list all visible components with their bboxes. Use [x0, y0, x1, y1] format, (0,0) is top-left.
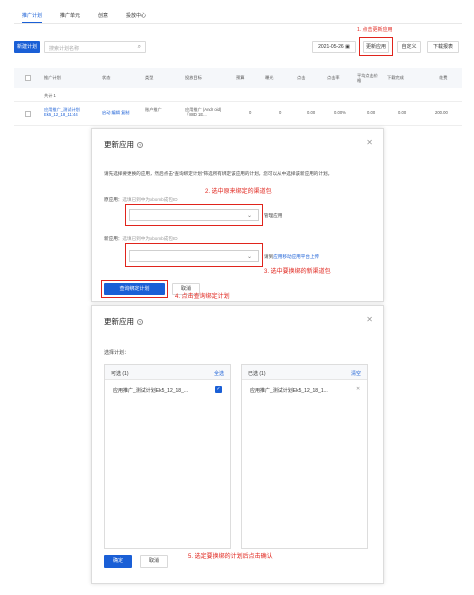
row-impressions: 0: [279, 110, 282, 115]
available-panel-header: 可选 (1) 全选: [105, 365, 230, 380]
dialog-description: 请先选择要更换的应用，然后点击“查询绑定计划”筛选所有绑定该应用的计划，您可以从…: [104, 171, 333, 176]
available-plan-item[interactable]: 应用推广_测试计划Ek5_12_18_...: [113, 387, 188, 394]
close-icon[interactable]: ✕: [366, 138, 373, 147]
new-app-select[interactable]: ⌄: [129, 250, 259, 262]
selected-panel-header: 已选 (1) 清空: [242, 365, 367, 380]
close-icon[interactable]: ✕: [366, 315, 373, 324]
available-plans-panel: 可选 (1) 全选 应用推广_测试计划Ek5_12_18_... ✓: [104, 364, 231, 549]
selected-plan-item: 应用推广_测试计划Ek5_12_18_1...: [250, 388, 328, 394]
tab-unit[interactable]: 推广单元: [60, 10, 80, 23]
total-row: 共计 1: [14, 88, 462, 102]
col-type: 类型: [145, 75, 154, 81]
row-ctr: 0.00%: [334, 110, 346, 115]
help-icon[interactable]: ?: [137, 142, 143, 149]
chevron-down-icon: ⌄: [246, 213, 252, 219]
select-plans-dialog: 更新应用? ✕ 选择计划： 可选 (1) 全选 应用推广_测试计划Ek5_12_…: [91, 305, 384, 584]
col-budget[interactable]: 预算: [236, 68, 256, 88]
annotation-step-2: 2. 选中原来绑定的渠道包: [205, 189, 272, 195]
update-app-dialog: 更新应用? ✕ 请先选择要更换的应用，然后点击“查询绑定计划”筛选所有绑定该应用…: [91, 128, 384, 302]
dialog-title: 更新应用?: [104, 317, 143, 326]
campaign-name-link[interactable]: 应用推广_测试计划Ek5_12_18_11:44: [44, 107, 99, 118]
select-plans-label: 选择计划：: [104, 350, 130, 356]
annotation-step-1: 1. 点击更新应用: [357, 27, 393, 33]
cancel-button[interactable]: 取消: [140, 555, 168, 568]
update-app-button[interactable]: 更新应用: [363, 41, 389, 53]
row-checkbox[interactable]: [25, 111, 31, 117]
row-cpc: 0.00: [367, 110, 376, 115]
toolbar: 新建计划 搜索计划名称 ⌕ 2021-05-26 ▣ 更新应用 自定义 下载报表: [14, 37, 462, 56]
search-icon: ⌕: [137, 44, 141, 50]
row-downloads: 0.00: [398, 110, 407, 115]
date-picker[interactable]: 2021-05-26 ▣: [312, 41, 356, 53]
col-cpc[interactable]: 平均点击价格: [357, 68, 379, 88]
row-type: 账户推广: [145, 107, 162, 112]
remove-icon[interactable]: ✕: [356, 386, 360, 392]
old-app-label: 原应用：选填已到中为xbomb成包ID: [104, 197, 178, 202]
available-count: 可选 (1): [111, 371, 129, 377]
confirm-button[interactable]: 确定: [104, 555, 132, 568]
help-icon[interactable]: ?: [137, 319, 143, 326]
clear-link[interactable]: 清空: [351, 370, 361, 377]
col-cost[interactable]: 花费: [439, 68, 457, 88]
select-all-link[interactable]: 全选: [214, 370, 224, 377]
tab-campaign[interactable]: 推广计划: [22, 10, 43, 23]
chevron-down-icon: ⌄: [246, 254, 252, 260]
row-budget: 0: [249, 110, 252, 115]
annotation-step-5: 5. 选定要换绑的计划后点击确认: [188, 554, 273, 560]
col-status: 状态: [102, 75, 111, 81]
col-target: 投放目标: [185, 75, 202, 81]
col-clicks[interactable]: 点击: [297, 68, 317, 88]
row-cost: 200.00: [435, 110, 448, 115]
upload-app-link[interactable]: 应用移动应用平台上传: [273, 254, 319, 259]
campaign-list-panel: 推广计划 推广单元 创意 投放中心 1. 点击更新应用 新建计划 搜索计划名称 …: [14, 10, 462, 128]
col-campaign[interactable]: 推广计划: [44, 68, 84, 88]
download-report-button[interactable]: 下载报表: [427, 41, 459, 53]
manage-app-link[interactable]: 管理应用: [264, 213, 282, 219]
dialog-title: 更新应用?: [104, 140, 143, 149]
query-bound-plans-button[interactable]: 查询绑定计划: [104, 283, 165, 295]
checkbox-checked-icon[interactable]: ✓: [215, 386, 222, 393]
annotation-step-4: 4. 点击查询绑定计划: [175, 294, 230, 300]
calendar-icon: ▣: [345, 44, 350, 50]
row-actions[interactable]: 启动 编辑 复制: [102, 110, 129, 115]
create-campaign-button[interactable]: 新建计划: [14, 41, 40, 53]
search-placeholder: 搜索计划名称: [49, 46, 80, 52]
row-target: 应用推广 (Andr oid) 「88D 1E...: [185, 107, 222, 118]
main-tabs: 推广计划 推广单元 创意 投放中心: [14, 10, 462, 24]
row-clicks: 0.00: [307, 110, 316, 115]
tab-delivery-center[interactable]: 投放中心: [126, 10, 146, 23]
total-label: 共计 1: [44, 93, 56, 98]
table-row: 应用推广_测试计划Ek5_12_18_11:44 启动 编辑 复制 账户推广 应…: [14, 102, 462, 126]
date-value: 2021-05-26: [318, 44, 344, 50]
col-impressions[interactable]: 曝光: [265, 68, 285, 88]
col-ctr[interactable]: 点击率: [327, 68, 347, 88]
annotation-step-3: 3. 选中要换绑的新渠道包: [264, 269, 331, 275]
select-all-checkbox[interactable]: [25, 75, 31, 81]
upload-hint: 请到应用移动应用平台上传: [264, 254, 320, 259]
table-header: 推广计划 状态 类型 投放目标 预算 曝光 点击 点击率 平均点击价格 下载完成…: [14, 68, 462, 88]
selected-count: 已选 (1): [248, 371, 266, 377]
search-input[interactable]: 搜索计划名称 ⌕: [44, 41, 146, 53]
old-app-select[interactable]: ⌄: [129, 209, 259, 221]
tab-creative[interactable]: 创意: [98, 10, 108, 23]
new-app-label: 新应用：选填已到中为xbomb成包ID: [104, 236, 178, 241]
custom-button[interactable]: 自定义: [397, 41, 421, 53]
col-downloads[interactable]: 下载完成: [387, 68, 409, 88]
selected-plans-panel: 已选 (1) 清空 应用推广_测试计划Ek5_12_18_1... ✕: [241, 364, 368, 549]
